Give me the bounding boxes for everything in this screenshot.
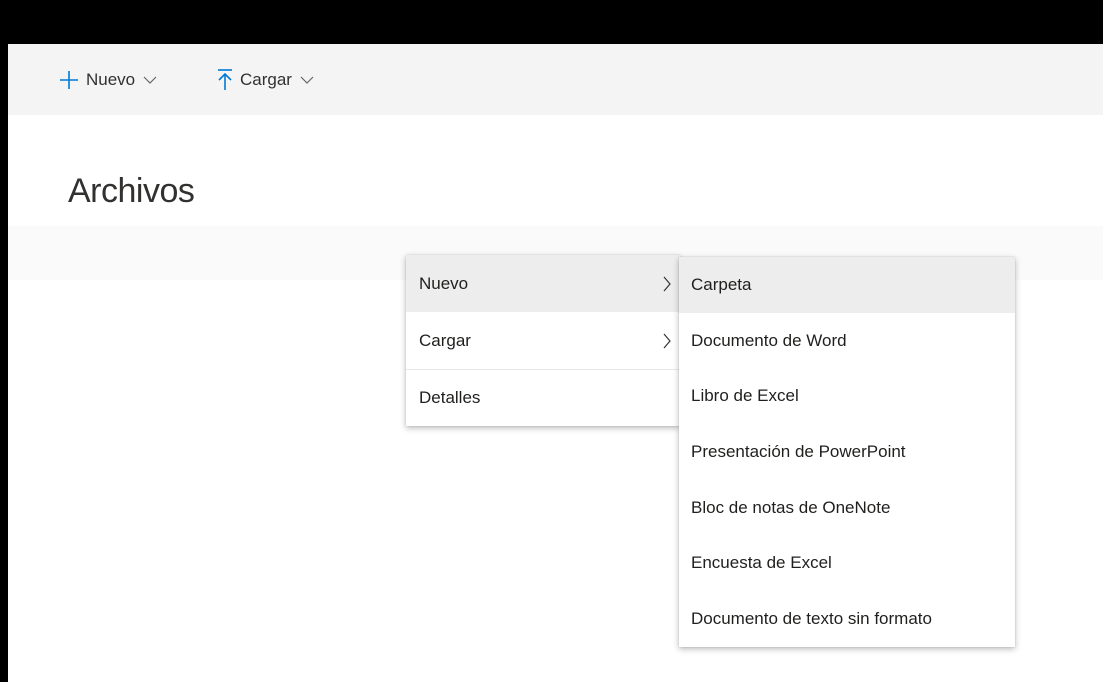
menu-item-label: Libro de Excel xyxy=(691,386,799,406)
context-menu-item-upload[interactable]: Cargar xyxy=(406,312,680,369)
submenu-item-excel-workbook[interactable]: Libro de Excel xyxy=(679,368,1015,424)
new-button-label: Nuevo xyxy=(86,70,136,89)
context-menu: Nuevo Cargar Detalles xyxy=(406,255,680,426)
app-window: Nuevo Cargar Archivos Nuevo Cargar Detal… xyxy=(8,44,1103,682)
upload-button[interactable]: Cargar xyxy=(216,66,314,94)
chevron-down-icon xyxy=(300,75,314,85)
submenu-item-powerpoint-presentation[interactable]: Presentación de PowerPoint xyxy=(679,424,1015,480)
submenu-item-onenote-notebook[interactable]: Bloc de notas de OneNote xyxy=(679,480,1015,536)
chevron-down-icon xyxy=(143,75,157,85)
submenu-item-folder[interactable]: Carpeta xyxy=(679,257,1015,313)
submenu-item-excel-survey[interactable]: Encuesta de Excel xyxy=(679,535,1015,591)
menu-item-label: Nuevo xyxy=(419,273,469,293)
menu-item-label: Detalles xyxy=(419,388,481,407)
menu-item-label: Encuesta de Excel xyxy=(691,553,832,573)
plus-icon xyxy=(58,69,80,91)
submenu-item-plain-text-document[interactable]: Documento de texto sin formato xyxy=(679,591,1015,647)
new-button[interactable]: Nuevo xyxy=(58,66,157,94)
command-bar: Nuevo Cargar xyxy=(8,44,1103,115)
upload-button-label: Cargar xyxy=(240,70,292,89)
submenu-item-word-document[interactable]: Documento de Word xyxy=(679,313,1015,369)
menu-item-label: Documento de Word xyxy=(691,330,847,350)
menu-item-label: Carpeta xyxy=(691,274,752,294)
chevron-right-icon xyxy=(662,276,672,292)
upload-arrow-icon xyxy=(216,68,234,92)
menu-item-label: Bloc de notas de OneNote xyxy=(691,497,891,517)
menu-item-label: Presentación de PowerPoint xyxy=(691,441,906,461)
page-title: Archivos xyxy=(68,172,195,210)
context-menu-item-new[interactable]: Nuevo xyxy=(406,255,680,312)
menu-item-label: Cargar xyxy=(419,330,471,350)
chevron-right-icon xyxy=(662,333,672,349)
context-menu-item-details[interactable]: Detalles xyxy=(406,369,680,426)
menu-item-label: Documento de texto sin formato xyxy=(691,608,932,628)
new-submenu: Carpeta Documento de Word Libro de Excel… xyxy=(679,257,1015,647)
